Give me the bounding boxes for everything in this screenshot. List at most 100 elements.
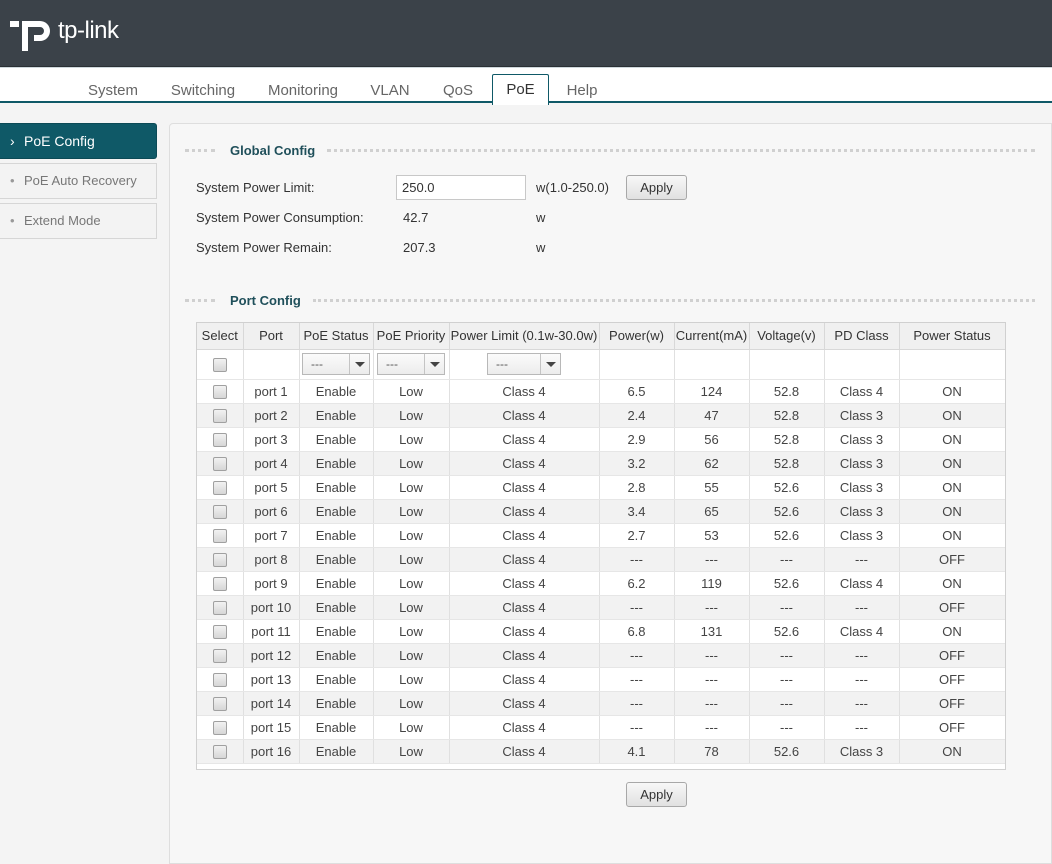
port-config-title: Port Config [230,292,301,308]
tab-system[interactable]: System [80,78,146,104]
select-cell [197,571,244,596]
poe-priority-filter-select[interactable]: --- [377,353,445,375]
power-cell: 2.7 [599,523,675,548]
table-row: port 8 Enable Low Class 4 --- --- --- --- OFF [197,547,1005,572]
poe-priority-cell: Low [373,643,450,668]
current-cell: --- [674,715,750,740]
power-cell: --- [599,547,675,572]
row-select-checkbox[interactable] [212,648,227,663]
global-config-header: Global Config [185,142,1035,158]
select-cell [197,739,244,764]
power-status-cell: ON [899,523,1005,548]
power-status-cell: OFF [899,595,1005,620]
poe-status-cell: Enable [299,499,374,524]
power-limit-cell: Class 4 [449,619,600,644]
col-header-power: Power(w) [599,323,675,350]
power-cell: 3.2 [599,451,675,476]
poe-status-cell: Enable [299,667,374,692]
row-select-checkbox[interactable] [212,504,227,519]
tab-help[interactable]: Help [558,78,606,104]
tp-link-logo-icon [10,21,50,51]
col-header-power-limit: Power Limit (0.1w-30.0w) [449,323,600,350]
row-select-checkbox[interactable] [212,456,227,471]
pd-class-cell: --- [824,715,900,740]
port-config-header: Port Config [185,292,1035,308]
tab-qos[interactable]: QoS [434,78,482,104]
port-apply-button[interactable]: Apply [626,782,687,807]
col-header-select: Select [197,323,244,350]
row-select-checkbox[interactable] [212,480,227,495]
table-row: port 9 Enable Low Class 4 6.2 119 52.6 Class 4O… [197,571,1005,596]
main-nav-tabs: System Switching Monitoring VLAN QoS PoE… [0,67,1052,105]
global-apply-button[interactable]: Apply [626,175,687,200]
poe-status-cell: Enable [299,379,374,404]
tab-monitoring[interactable]: Monitoring [260,78,346,104]
row-select-checkbox[interactable] [212,720,227,735]
power-limit-cell: Class 4 [449,427,600,452]
voltage-cell: 52.6 [749,523,825,548]
sidebar-item-label: PoE Config [24,133,95,149]
tp-link-logo[interactable]: tp-link [10,9,119,53]
power-cell: --- [599,667,675,692]
select-cell [197,667,244,692]
current-cell: 78 [674,739,750,764]
tab-vlan[interactable]: VLAN [362,78,418,104]
port-cell: port 6 [243,499,300,524]
poe-priority-cell: Low [373,427,450,452]
row-select-checkbox[interactable] [212,432,227,447]
row-select-checkbox[interactable] [212,696,227,711]
poe-status-cell: Enable [299,547,374,572]
row-select-checkbox[interactable] [212,528,227,543]
power-limit-range: w(1.0-250.0) [536,180,609,195]
power-status-cell: ON [899,427,1005,452]
tab-switching[interactable]: Switching [162,78,244,104]
pd-class-cell: Class 3 [824,451,900,476]
row-select-checkbox[interactable] [212,576,227,591]
power-cell: 2.9 [599,427,675,452]
select-all-checkbox[interactable] [212,357,227,372]
power-cell: 4.1 [599,739,675,764]
tab-poe[interactable]: PoE [492,74,549,105]
row-select-checkbox[interactable] [212,408,227,423]
sidebar-item-extend-mode[interactable]: • Extend Mode [0,203,157,239]
row-select-checkbox[interactable] [212,744,227,759]
sidebar-item-poe-auto-recovery[interactable]: • PoE Auto Recovery [0,163,157,199]
section-divider [185,298,215,302]
power-cell: 2.8 [599,475,675,500]
table-row: port 5 Enable Low Class 4 2.8 55 52.6 Class 3 ON [197,475,1005,500]
select-cell [197,691,244,716]
row-select-checkbox[interactable] [212,624,227,639]
port-cell: port 7 [243,523,300,548]
row-select-checkbox[interactable] [212,600,227,615]
voltage-cell: 52.8 [749,379,825,404]
poe-status-cell: Enable [299,619,374,644]
current-cell: 131 [674,619,750,644]
chevron-right-icon: › [10,133,15,149]
power-limit-cell: Class 4 [449,499,600,524]
power-consumption-value: 42.7 [403,210,429,225]
poe-status-filter-select[interactable]: --- [302,353,370,375]
dropdown-arrow-icon [540,354,560,374]
power-status-cell: OFF [899,715,1005,740]
poe-priority-cell: Low [373,523,450,548]
power-limit-cell: Class 4 [449,595,600,620]
table-row: port 14 Enable Low Class 4 --- --- --- --- OFF [197,691,1005,716]
table-row: port 2 Enable Low Class 4 2.4 47 52.8 Class 3 ON [197,403,1005,428]
power-limit-filter-select[interactable]: --- [487,353,561,375]
col-header-port: Port [243,323,300,350]
voltage-cell: 52.6 [749,571,825,596]
poe-priority-cell: Low [373,451,450,476]
pd-class-cell: Class 4 [824,379,900,404]
poe-status-cell: Enable [299,403,374,428]
power-status-cell: OFF [899,667,1005,692]
row-select-checkbox[interactable] [212,384,227,399]
power-status-cell: ON [899,499,1005,524]
row-select-checkbox[interactable] [212,552,227,567]
power-cell: --- [599,595,675,620]
row-select-checkbox[interactable] [212,672,227,687]
poe-priority-cell: Low [373,499,450,524]
power-limit-cell: Class 4 [449,667,600,692]
filter-cell: --- [449,349,600,380]
power-limit-input[interactable] [396,175,526,200]
sidebar-item-poe-config[interactable]: › PoE Config [0,123,157,159]
